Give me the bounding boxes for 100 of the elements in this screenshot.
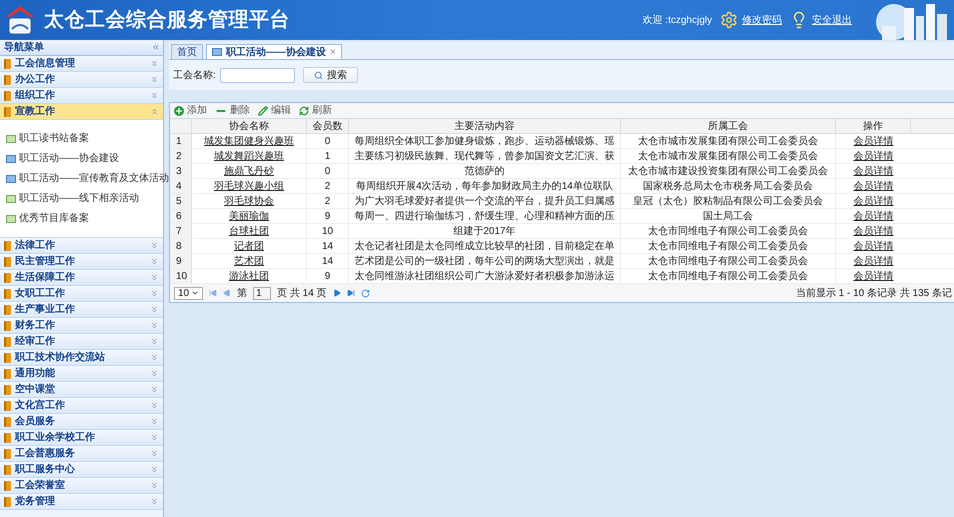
submenu-item[interactable]: 职工活动——协会建设 (6, 152, 119, 166)
menu-section[interactable]: 党务管理 (0, 494, 163, 510)
section-label: 法律工作 (15, 238, 56, 253)
member-details-link[interactable]: 会员详情 (854, 194, 894, 208)
tab[interactable]: 职工活动——协会建设 × (206, 44, 342, 59)
menu-section[interactable]: 职工技术协作交流站 (0, 350, 163, 366)
member-details-link[interactable]: 会员详情 (854, 178, 894, 194)
tab[interactable]: 首页 (171, 44, 203, 59)
member-details-link[interactable]: 会员详情 (854, 254, 894, 268)
menu-section[interactable]: 生活保障工作 (0, 270, 163, 286)
member-details-link[interactable]: 会员详情 (854, 134, 894, 148)
chevrons-down-icon (150, 257, 159, 266)
submenu-item[interactable]: 职工读书站备案 (6, 132, 89, 146)
row-number: 2 (170, 149, 192, 163)
association-link[interactable]: 羽毛球兴趣小组 (214, 178, 284, 194)
page-icon (212, 48, 222, 56)
table-cell: 14 (307, 239, 349, 253)
menu-section[interactable]: 工会普惠服务 (0, 446, 163, 462)
logout-link[interactable]: 安全退出 (812, 12, 852, 28)
menu-section[interactable]: 法律工作 (0, 238, 163, 254)
chevrons-down-icon (150, 465, 159, 474)
table-cell: 国土局工会 (621, 209, 836, 223)
page-size-select[interactable]: 10 (174, 286, 204, 300)
association-link[interactable]: 城发集团健身兴趣班 (204, 134, 294, 148)
menu-section[interactable]: 通用功能 (0, 366, 163, 382)
menu-section[interactable]: 民主管理工作 (0, 254, 163, 270)
association-link[interactable]: 美丽瑜伽 (229, 208, 269, 224)
table-cell: 14 (307, 254, 349, 268)
refresh-icon[interactable] (360, 288, 370, 298)
menu-section[interactable]: 组织工作 (0, 88, 163, 104)
close-icon[interactable]: × (330, 44, 336, 60)
chevrons-down-icon (150, 337, 159, 346)
column-header[interactable]: 所属工会 (621, 119, 836, 133)
menu-section[interactable]: 宣教工作 (0, 104, 163, 120)
member-details-link[interactable]: 会员详情 (854, 208, 894, 224)
column-header[interactable]: 协会名称 (192, 119, 307, 133)
menu-section[interactable]: 会员服务 (0, 414, 163, 430)
menu-section[interactable]: 文化宫工作 (0, 398, 163, 414)
chevrons-down-icon (150, 59, 159, 68)
section-label: 会员服务 (15, 414, 56, 429)
column-header[interactable]: 会员数 (307, 119, 349, 133)
toolbar-button[interactable]: 删除 (215, 103, 250, 118)
menu-section[interactable]: 职工服务中心 (0, 462, 163, 478)
search-icon (314, 70, 323, 80)
next-page-icon[interactable] (332, 289, 341, 297)
table-cell: 太仓市同维电子有限公司工会委员会 (621, 239, 836, 253)
association-link[interactable]: 游泳社团 (229, 268, 269, 284)
menu-section[interactable]: 职工业余学校工作 (0, 430, 163, 446)
table-cell: 太仓市城市发展集团有限公司工会委员会 (621, 149, 836, 163)
member-details-link[interactable]: 会员详情 (854, 164, 894, 178)
column-header[interactable]: 主要活动内容 (349, 119, 621, 133)
chevrons-down-icon (150, 305, 159, 314)
section-label: 民主管理工作 (15, 254, 76, 269)
menu-section[interactable]: 经审工作 (0, 334, 163, 350)
member-details-link[interactable]: 会员详情 (854, 224, 894, 238)
page-icon (6, 135, 16, 143)
table-cell: 太仓市城市建设投资集团有限公司工会委员会 (621, 164, 836, 178)
table-cell: 主要练习初级民族舞、现代舞等，曾参加国资文艺汇演、获 (349, 149, 621, 163)
submenu-item[interactable]: 职工活动——线下相亲活动 (6, 192, 139, 206)
member-details-link[interactable]: 会员详情 (854, 268, 894, 284)
menu-section[interactable]: 办公工作 (0, 72, 163, 88)
page-label: 第 (237, 286, 248, 300)
menu-section[interactable]: 女职工工作 (0, 286, 163, 302)
page-number-input[interactable]: 1 (253, 286, 272, 300)
association-link[interactable]: 施鼎飞丹砂 (224, 164, 274, 178)
table-cell: 每周一、四进行瑜伽练习，舒缓生理、心理和精神方面的压 (349, 209, 621, 223)
table-cell: 10 (307, 224, 349, 238)
submenu-item[interactable]: 优秀节目库备案 (6, 212, 89, 226)
menu-section[interactable]: 工会信息管理 (0, 56, 163, 72)
section-label: 宣教工作 (15, 104, 56, 119)
section-label: 文化宫工作 (15, 398, 66, 413)
table-cell: 0 (307, 134, 349, 148)
menu-section[interactable]: 工会荣誉室 (0, 478, 163, 494)
association-link[interactable]: 艺术团 (234, 254, 264, 268)
search-button[interactable]: 搜索 (302, 67, 358, 83)
menu-section[interactable]: 生产事业工作 (0, 302, 163, 318)
association-link[interactable]: 羽毛球协会 (224, 194, 274, 208)
association-link[interactable]: 记者团 (234, 238, 264, 254)
submenu-item[interactable]: 职工活动——宣传教育及文体活动 (6, 172, 169, 186)
member-details-link[interactable]: 会员详情 (854, 148, 894, 164)
menu-section[interactable]: 财务工作 (0, 318, 163, 334)
toolbar-button[interactable]: 刷新 (299, 103, 332, 118)
page-icon (6, 155, 16, 163)
member-details-link[interactable]: 会员详情 (854, 238, 894, 254)
menu-section[interactable]: 空中课堂 (0, 382, 163, 398)
toolbar-button[interactable]: 编辑 (258, 103, 291, 118)
table-cell: 组建于2017年 (349, 224, 621, 238)
table-cell: 皇冠（太仓）胶粘制品有限公司工会委员会 (621, 194, 836, 208)
change-password-link[interactable]: 修改密码 (742, 12, 782, 28)
column-header[interactable]: 操作 (836, 119, 911, 133)
chevrons-down-icon (150, 401, 159, 410)
union-name-input[interactable] (220, 68, 295, 82)
sidebar-title: 导航菜单 (4, 40, 44, 55)
caret-icon (191, 289, 200, 297)
toolbar-button[interactable]: 添加 (174, 103, 207, 118)
last-page-icon[interactable] (346, 289, 355, 297)
row-number: 5 (170, 194, 192, 208)
page-icon (6, 175, 16, 183)
association-link[interactable]: 城发舞蹈兴趣班 (214, 148, 284, 164)
association-link[interactable]: 台球社团 (229, 224, 269, 238)
